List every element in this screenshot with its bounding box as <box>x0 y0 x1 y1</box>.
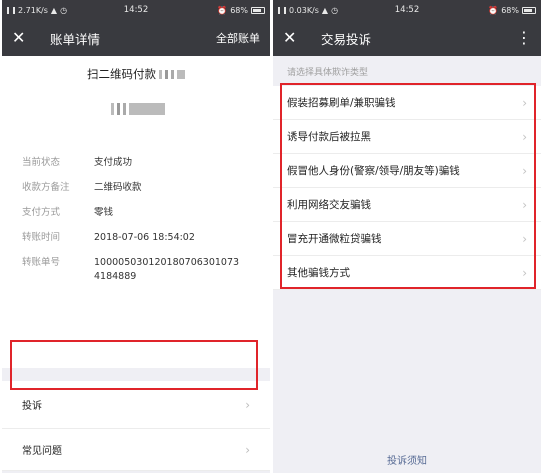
detail-value: 二维码收款 <box>94 182 142 193</box>
navbar: ✕ 交易投诉 ⋮ <box>273 20 541 56</box>
redacted-name <box>159 70 185 79</box>
bill-title: 扫二维码付款 <box>87 67 156 81</box>
reason-label: 冒充开通微粒贷骗钱 <box>287 233 382 245</box>
detail-label: 收款方备注 <box>22 182 70 193</box>
chevron-right-icon: › <box>245 442 250 457</box>
alarm-icon: ⏰ <box>488 5 499 15</box>
all-bills-button[interactable]: 全部账单 <box>216 30 260 46</box>
reason-item[interactable]: 假冒他人身份(警察/领导/朋友等)骗钱 › <box>273 154 541 188</box>
chevron-right-icon: › <box>522 129 527 144</box>
detail-label: 支付方式 <box>22 207 61 218</box>
reason-item[interactable]: 利用网络交友骗钱 › <box>273 188 541 222</box>
bill-title-row: 扫二维码付款 <box>2 66 270 82</box>
reason-label: 利用网络交友骗钱 <box>287 199 371 211</box>
navbar: ✕ 账单详情 全部账单 <box>2 20 270 56</box>
detail-label: 转账时间 <box>22 232 61 243</box>
battery-icon <box>251 6 265 14</box>
bill-card: 扫二维码付款 当前状态 支付成功 收款方备注 二维码收款 支付方式 零钱 转账时… <box>2 56 270 368</box>
reason-label: 其他骗钱方式 <box>287 267 350 279</box>
detail-value: 零钱 <box>94 207 114 218</box>
detail-value: 支付成功 <box>94 157 133 168</box>
status-bar: 2.71K/s ▲ ◷ 14:52 ⏰ 68% <box>2 0 270 20</box>
reason-label: 假冒他人身份(警察/领导/朋友等)骗钱 <box>287 165 460 177</box>
detail-value: 1000050301201807063010734184889 <box>94 257 240 282</box>
signal-icon <box>7 6 15 14</box>
detail-row-method: 支付方式 零钱 <box>22 206 270 220</box>
battery-percent: 68% <box>501 5 519 15</box>
reason-label: 诱导付款后被拉黑 <box>287 131 371 143</box>
page-title: 交易投诉 <box>321 31 372 47</box>
clock-icon: ◷ <box>331 5 339 15</box>
chevron-right-icon: › <box>245 397 250 412</box>
complaint-row[interactable]: 投诉 › <box>2 381 270 429</box>
reason-item[interactable]: 冒充开通微粒贷骗钱 › <box>273 222 541 256</box>
alarm-icon: ⏰ <box>217 5 228 15</box>
faq-label: 常见问题 <box>22 446 62 457</box>
status-bar: 0.03K/s ▲ ◷ 14:52 ⏰ 68% <box>273 0 541 20</box>
chevron-right-icon: › <box>522 197 527 212</box>
close-icon[interactable]: ✕ <box>283 30 305 46</box>
bill-detail-screen: 2.71K/s ▲ ◷ 14:52 ⏰ 68% ✕ 账单详情 全部账单 扫二维码… <box>2 0 270 473</box>
complaint-label: 投诉 <box>22 401 42 412</box>
chevron-right-icon: › <box>522 163 527 178</box>
reason-list: 假装招募刷单/兼职骗钱 › 诱导付款后被拉黑 › 假冒他人身份(警察/领导/朋友… <box>273 86 541 290</box>
detail-rows: 当前状态 支付成功 收款方备注 二维码收款 支付方式 零钱 转账时间 2018-… <box>2 156 270 284</box>
bill-amount-redacted <box>2 98 270 115</box>
complaint-notice-link[interactable]: 投诉须知 <box>273 452 541 467</box>
detail-label: 转账单号 <box>22 257 61 268</box>
clock-icon: ◷ <box>60 5 68 15</box>
detail-row-note: 收款方备注 二维码收款 <box>22 181 270 195</box>
reason-label: 假装招募刷单/兼职骗钱 <box>287 97 396 109</box>
chevron-right-icon: › <box>522 231 527 246</box>
signal-icon <box>278 6 286 14</box>
section-hint: 请选择具体欺诈类型 <box>287 68 369 78</box>
detail-value: 2018-07-06 18:54:02 <box>94 232 195 243</box>
battery-icon <box>522 6 536 14</box>
close-icon[interactable]: ✕ <box>12 30 34 46</box>
battery-percent: 68% <box>230 5 248 15</box>
detail-label: 当前状态 <box>22 157 61 168</box>
network-speed: 2.71K/s <box>18 5 48 15</box>
detail-row-time: 转账时间 2018-07-06 18:54:02 <box>22 231 270 245</box>
warning-icon: ▲ <box>321 5 329 15</box>
redacted-amount <box>110 102 165 115</box>
page-title: 账单详情 <box>50 31 101 47</box>
action-list: 投诉 › 常见问题 › <box>2 381 270 471</box>
network-speed: 0.03K/s <box>289 5 319 15</box>
chevron-right-icon: › <box>522 265 527 280</box>
detail-row-status: 当前状态 支付成功 <box>22 156 270 170</box>
reason-item[interactable]: 其他骗钱方式 › <box>273 256 541 290</box>
complaint-screen: 0.03K/s ▲ ◷ 14:52 ⏰ 68% ✕ 交易投诉 ⋮ 请选择具体欺诈… <box>273 0 541 473</box>
reason-item[interactable]: 假装招募刷单/兼职骗钱 › <box>273 86 541 120</box>
chevron-right-icon: › <box>522 95 527 110</box>
warning-icon: ▲ <box>50 5 58 15</box>
faq-row[interactable]: 常见问题 › <box>2 429 270 471</box>
more-vertical-icon[interactable]: ⋮ <box>516 30 532 46</box>
reason-item[interactable]: 诱导付款后被拉黑 › <box>273 120 541 154</box>
detail-row-number: 转账单号 1000050301201807063010734184889 <box>22 256 270 284</box>
